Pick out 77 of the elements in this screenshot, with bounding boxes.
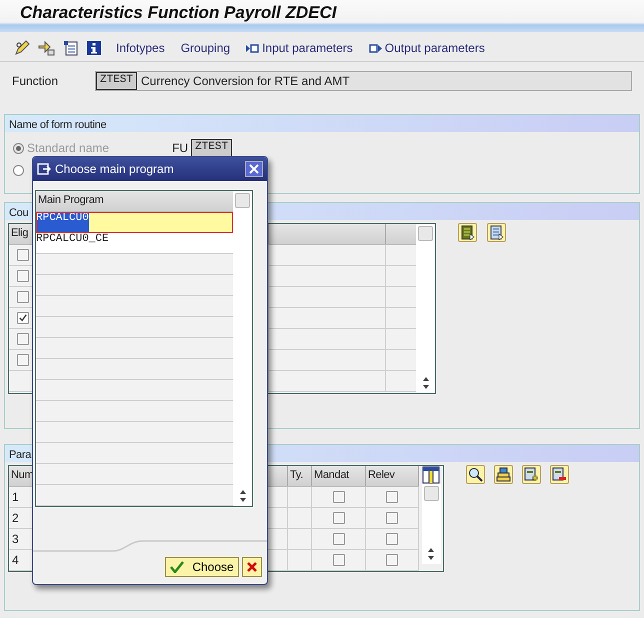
arrow-right-icon [368,44,382,52]
remove-row-icon [552,467,567,482]
radio-label: Standard name [27,141,110,155]
insert-row-button[interactable] [522,465,541,484]
scroll-thumb[interactable] [424,486,438,501]
window-icon [37,163,51,175]
search-button[interactable] [466,465,485,484]
checkbox[interactable] [386,491,398,503]
stack-button[interactable] [494,465,513,484]
scroll-arrows-icon[interactable] [238,488,248,504]
function-field[interactable]: ZTEST Currency Conversion for RTE and AMT [95,71,632,91]
cancel-icon [246,561,258,573]
checkbox[interactable] [17,354,29,366]
program-name: RPCALCU0_CE [36,233,109,247]
group-title: Name of form routine [9,119,106,131]
list-icon [460,225,474,240]
checkbox[interactable] [17,270,29,282]
form-name-field[interactable]: ZTEST [191,139,232,157]
arrow-right-icon [246,44,260,52]
search-icon [468,467,483,482]
dialog-title: Choose main program [55,162,175,176]
scroll-thumb[interactable] [235,193,250,208]
toolbar-link[interactable]: Input parameters [246,41,353,55]
add-row-icon [524,467,539,482]
scrollbar[interactable] [416,224,435,393]
scrollbar[interactable] [233,191,252,506]
toolbar-link[interactable]: Infotypes [116,41,165,55]
stack-icon [496,467,511,482]
scroll-arrows-icon[interactable] [426,546,436,562]
document-icon [62,40,78,56]
scroll-thumb[interactable] [418,226,433,241]
list-row[interactable]: RPCALCU0 [36,212,233,233]
column-header: Main Program [37,193,104,208]
function-code: ZTEST [96,72,138,90]
function-description: Currency Conversion for RTE and AMT [141,74,350,88]
checkbox[interactable] [332,533,344,545]
toolbar-button[interactable] [36,38,56,58]
document-icon [490,225,504,240]
transfer-icon [38,40,54,56]
program-name: RPCALCU0 [36,212,89,232]
delete-row-button[interactable] [550,465,569,484]
group-title: Cou [9,207,28,219]
columns-icon[interactable] [422,466,440,484]
column-header: Mandat [312,466,366,486]
toolbar-link[interactable]: Grouping [180,41,230,55]
column-header: Ty. [288,466,312,486]
list-row[interactable]: RPCALCU0_CE [36,233,233,254]
checkbox[interactable] [17,312,29,324]
toolbar-button[interactable] [12,38,32,58]
cancel-button[interactable] [242,557,262,577]
checkbox[interactable] [332,491,344,503]
checkbox[interactable] [17,249,29,261]
choose-button[interactable]: Choose [165,557,239,577]
checkbox[interactable] [17,333,29,345]
form-prefix: FU [172,141,188,155]
checkbox[interactable] [332,512,344,524]
checkmark-icon [170,561,184,573]
close-icon [249,164,259,174]
pencil-icon [14,40,30,56]
checkbox[interactable] [386,512,398,524]
detail-button[interactable] [458,223,477,242]
toolbar-button[interactable] [84,38,104,58]
info-icon [86,40,102,56]
group-title: Para [9,449,32,461]
toolbar-link[interactable]: Output parameters [368,41,485,55]
detail-button[interactable] [487,223,506,242]
checkbox[interactable] [386,554,398,566]
checkbox[interactable] [17,291,29,303]
checkbox[interactable] [386,533,398,545]
scrollbar[interactable] [422,484,440,564]
column-header: Relev [366,466,419,486]
checkbox[interactable] [332,554,344,566]
scroll-arrows-icon[interactable] [420,375,430,391]
close-button[interactable] [245,161,263,177]
field-label: Function [12,74,60,88]
radio-button[interactable] [13,164,24,176]
window-title: Characteristics Function Payroll ZDECI [20,3,336,22]
